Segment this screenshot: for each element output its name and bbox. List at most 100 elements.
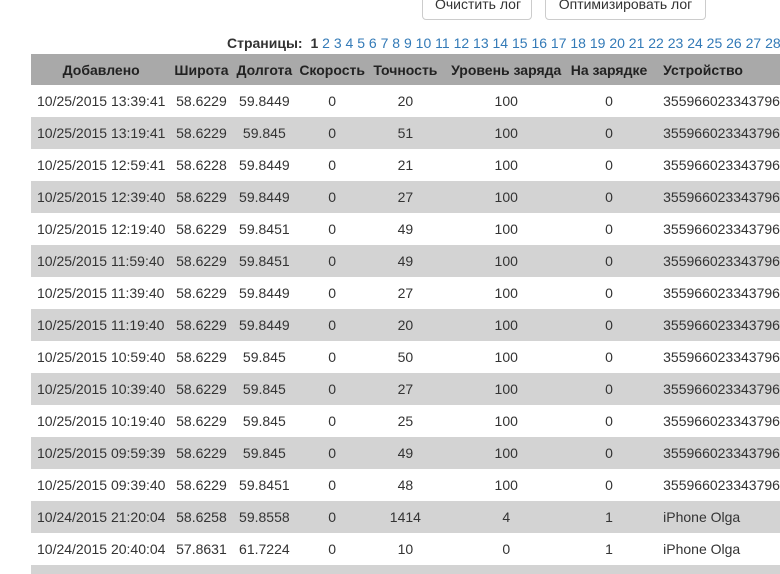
cell-longitude: 59.8451 — [231, 213, 298, 245]
page-link-9[interactable]: 9 — [404, 34, 412, 52]
page-link-13[interactable]: 13 — [473, 34, 489, 52]
page-link-7[interactable]: 7 — [381, 34, 389, 52]
cell-added: 10/25/2015 12:19:40 — [31, 213, 172, 245]
cell-speed: 0 — [297, 277, 368, 309]
column-header-speed: Скорость — [297, 54, 368, 85]
cell-accuracy: 50 — [367, 341, 444, 373]
cell-charging: 0 — [568, 341, 650, 373]
page-link-16[interactable]: 16 — [531, 34, 547, 52]
cell-accuracy: 27 — [367, 373, 444, 405]
cell-accuracy: 49 — [367, 437, 444, 469]
page-link-25[interactable]: 25 — [707, 34, 723, 52]
cell-accuracy: 27 — [367, 277, 444, 309]
cell-charging: 0 — [568, 277, 650, 309]
cell-device: 355966023343796 — [649, 277, 780, 309]
cell-device: 355966023343796 — [649, 469, 780, 501]
cell-battery-level: 100 — [443, 117, 569, 149]
page-link-11[interactable]: 11 — [435, 34, 450, 52]
page-link-28[interactable]: 28 — [765, 34, 780, 52]
page-link-24[interactable]: 24 — [687, 34, 703, 52]
cell-longitude — [231, 565, 298, 574]
cell-added: 10/25/2015 13:19:41 — [31, 117, 172, 149]
pagination-label: Страницы: — [227, 35, 303, 51]
cell-latitude: 58.6229 — [171, 469, 232, 501]
cell-latitude: 58.6229 — [171, 85, 232, 117]
cell-latitude: 58.6229 — [171, 341, 232, 373]
cell-charging: 1 — [568, 533, 650, 565]
cell-longitude: 59.8451 — [231, 469, 298, 501]
cell-latitude: 58.6229 — [171, 181, 232, 213]
table-row: 10/25/2015 11:19:40 58.6229 59.8449 0 20 100 0… — [31, 309, 780, 341]
cell-battery-level: 0 — [443, 533, 569, 565]
page-link-22[interactable]: 22 — [648, 34, 664, 52]
cell-device: 355966023343796 — [649, 245, 780, 277]
cell-device: 355966023343796 — [649, 213, 780, 245]
cell-speed: 0 — [297, 501, 368, 533]
cell-longitude: 59.8449 — [231, 277, 298, 309]
cell-added: 10/25/2015 09:39:40 — [31, 469, 172, 501]
page-link-20[interactable]: 20 — [609, 34, 625, 52]
cell-charging: 1 — [568, 501, 650, 533]
cell-longitude: 59.8449 — [231, 149, 298, 181]
cell-latitude: 58.6229 — [171, 437, 232, 469]
clear-log-button[interactable]: Очистить лог — [422, 0, 532, 20]
cell-battery-level: 100 — [443, 245, 569, 277]
page-link-6[interactable]: 6 — [369, 34, 377, 52]
page-link-4[interactable]: 4 — [346, 34, 354, 52]
cell-battery-level: 100 — [443, 469, 569, 501]
table-row: 10/25/2015 11:39:40 58.6229 59.8449 0 27 100 0… — [31, 277, 780, 309]
cell-device: 355966023343796 — [649, 373, 780, 405]
cell-accuracy: 20 — [367, 85, 444, 117]
page-link-21[interactable]: 21 — [629, 34, 645, 52]
optimize-log-button[interactable]: Оптимизировать лог — [545, 0, 706, 20]
page-link-1[interactable]: 1 — [310, 34, 318, 52]
cell-device: 355966023343796 — [649, 85, 780, 117]
page-link-17[interactable]: 17 — [551, 34, 567, 52]
cell-longitude: 59.845 — [231, 437, 298, 469]
page-link-14[interactable]: 14 — [493, 34, 509, 52]
cell-latitude: 58.6228 — [171, 149, 232, 181]
cell-added: 10/25/2015 09:59:39 — [31, 437, 172, 469]
page-link-10[interactable]: 10 — [416, 34, 432, 52]
page-link-5[interactable]: 5 — [357, 34, 365, 52]
page-link-12[interactable]: 12 — [454, 34, 470, 52]
page-link-23[interactable]: 23 — [668, 34, 684, 52]
cell-added: 10/25/2015 11:59:40 — [31, 245, 172, 277]
cell-accuracy: 51 — [367, 117, 444, 149]
cell-latitude: 58.6229 — [171, 373, 232, 405]
cell-charging: 0 — [568, 149, 650, 181]
page-link-27[interactable]: 27 — [746, 34, 762, 52]
cell-added: 10/25/2015 12:59:41 — [31, 149, 172, 181]
cell-battery-level: 100 — [443, 309, 569, 341]
cell-latitude: 58.6229 — [171, 117, 232, 149]
cell-latitude: 58.6229 — [171, 405, 232, 437]
cell-device: 355966023343796 — [649, 117, 780, 149]
cell-device: 355966023343796 — [649, 341, 780, 373]
table-row: 10/24/2015 20:40:04 57.8631 61.7224 0 10 0 1 iP… — [31, 533, 780, 565]
cell-latitude — [171, 565, 232, 574]
page-link-26[interactable]: 26 — [726, 34, 742, 52]
page-link-2[interactable]: 2 — [322, 34, 330, 52]
page-link-15[interactable]: 15 — [512, 34, 528, 52]
cell-device: 355966023343796 — [649, 309, 780, 341]
table-row: 10/25/2015 10:19:40 58.6229 59.845 0 25 100 0 3… — [31, 405, 780, 437]
page-link-18[interactable]: 18 — [570, 34, 586, 52]
page-link-8[interactable]: 8 — [392, 34, 400, 52]
table-row: 10/25/2015 12:39:40 58.6229 59.8449 0 27 100 0… — [31, 181, 780, 213]
cell-latitude: 58.6229 — [171, 309, 232, 341]
page-link-19[interactable]: 19 — [590, 34, 606, 52]
cell-accuracy — [367, 565, 444, 574]
cell-device: iPhone Olga — [649, 533, 780, 565]
log-table: Добавлено Широта Долгота Скорость Точность Ур… — [31, 54, 780, 574]
cell-charging: 0 — [568, 117, 650, 149]
page-link-3[interactable]: 3 — [334, 34, 342, 52]
cell-battery-level: 100 — [443, 181, 569, 213]
cell-longitude: 59.845 — [231, 373, 298, 405]
cell-speed: 0 — [297, 245, 368, 277]
cell-longitude: 59.8449 — [231, 309, 298, 341]
cell-charging: 0 — [568, 437, 650, 469]
cell-speed: 0 — [297, 373, 368, 405]
table-row: 10/25/2015 11:59:40 58.6229 59.8451 0 49 100 0… — [31, 245, 780, 277]
cell-device: 355966023343796 — [649, 149, 780, 181]
cell-accuracy: 21 — [367, 149, 444, 181]
